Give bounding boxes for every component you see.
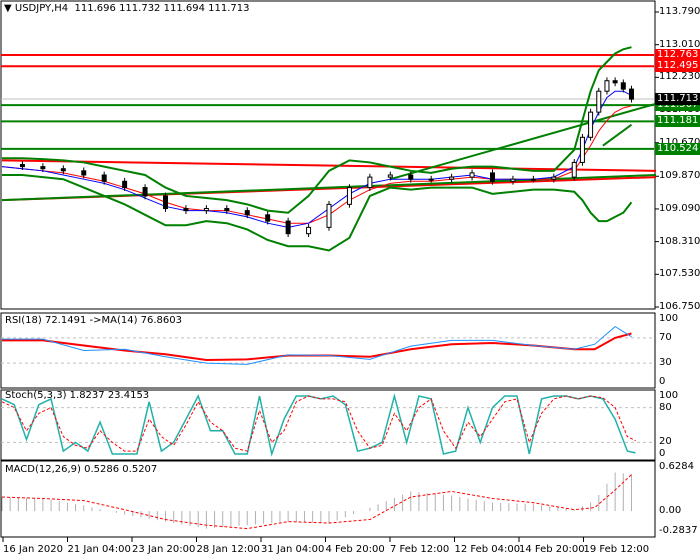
current-price-tag: 111.713: [655, 93, 700, 106]
pane-tick-label: 30: [659, 357, 672, 369]
candle: [60, 168, 66, 172]
candle: [408, 174, 414, 180]
candle: [596, 90, 602, 113]
pane-tick-label: 20: [659, 436, 672, 448]
candle: [490, 172, 495, 182]
candle: [571, 161, 577, 178]
candle: [612, 80, 618, 84]
time-tick-label: 4 Feb 20:00: [325, 544, 385, 555]
time-tick-label: 21 Jan 04:00: [67, 544, 131, 555]
macd-signal-line: [1, 474, 632, 530]
candle: [387, 174, 393, 178]
time-tick-label: 23 Jan 20:00: [132, 544, 196, 555]
time-tick-label: 12 Feb 04:00: [454, 544, 521, 555]
price-tick-label: 112.230: [659, 71, 700, 83]
candle: [285, 220, 291, 235]
trendline: [602, 123, 633, 147]
candle: [19, 164, 25, 168]
price-tick-label: 109.870: [659, 170, 700, 182]
price-tick-label: 106.750: [659, 301, 700, 312]
candle: [101, 174, 107, 182]
pane-tick-label: 70: [659, 331, 672, 343]
candle: [122, 180, 128, 189]
candle: [142, 187, 148, 197]
pane-tick-label: 100: [659, 390, 679, 401]
candle: [530, 178, 536, 181]
time-tick-label: 28 Jan 12:00: [196, 544, 260, 555]
pane-frame-0: [0, 0, 656, 310]
chart-title: ▼ USDJPY,H4 111.696 111.732 111.694 111.…: [4, 3, 250, 14]
candle: [579, 136, 585, 163]
level-tag: 110.524: [655, 142, 700, 155]
candle: [469, 172, 475, 178]
rsi-label: RSI(18) 72.1491 ->MA(14) 76.8603: [5, 315, 182, 326]
candle: [203, 208, 209, 212]
trendline: [1, 174, 657, 202]
candle: [604, 80, 610, 92]
price-tick-label: 113.010: [659, 38, 700, 50]
candle: [620, 82, 626, 90]
pane-tick-label: 100: [659, 313, 679, 324]
candle: [628, 88, 634, 100]
symbol: USDJPY,H4: [14, 3, 69, 14]
chart-window: ▼ USDJPY,H4 111.696 111.732 111.694 111.…: [0, 0, 700, 560]
time-tick-label: 31 Jan 04:00: [261, 544, 325, 555]
ohlc: 111.696 111.732 111.694 111.713: [74, 3, 250, 14]
pane-tick-label: 0.6284: [659, 461, 694, 472]
candle: [163, 195, 168, 210]
chart-canvas[interactable]: [0, 0, 700, 560]
candle: [588, 111, 594, 138]
candle: [306, 226, 312, 235]
candle: [449, 176, 455, 180]
pane-tick-label: 0: [659, 376, 666, 387]
candle: [367, 176, 373, 189]
ma-fast: [1, 90, 632, 228]
rsi-line: [2, 325, 632, 365]
level-tag: 112.763: [655, 49, 700, 62]
price-tick-label: 109.090: [659, 202, 700, 214]
candle: [551, 176, 557, 180]
price-tick-label: 108.310: [659, 235, 700, 247]
level-tag: 112.495: [655, 60, 700, 73]
level-tag: 111.181: [655, 115, 700, 128]
candle: [244, 210, 250, 216]
time-tick-label: 19 Feb 12:00: [583, 544, 650, 555]
stoch-main-line: [1, 393, 636, 457]
time-tick-label: 7 Feb 12:00: [390, 544, 450, 555]
candle: [346, 187, 352, 205]
price-tick-label: 107.530: [659, 268, 700, 280]
time-tick-label: 14 Feb 20:00: [519, 544, 585, 555]
pane-tick-label: -0.2837: [659, 525, 698, 536]
pane-tick-label: 0: [659, 448, 666, 459]
candle: [224, 208, 230, 212]
time-tick-label: 16 Jan 2020: [3, 544, 63, 555]
candle: [326, 203, 332, 228]
candle: [40, 166, 46, 170]
stoch-label: Stoch(5,3,3) 1.8237 23.4153: [5, 390, 150, 401]
candle: [265, 214, 271, 222]
macd-label: MACD(12,26,9) 0.5286 0.5207: [5, 464, 158, 475]
candle: [183, 208, 189, 212]
pane-tick-label: 80: [659, 401, 672, 413]
price-tick-label: 113.790: [659, 6, 700, 17]
pane-tick-label: 0.00: [659, 505, 682, 517]
candle: [428, 178, 434, 181]
candle: [510, 178, 516, 182]
candle: [81, 170, 87, 176]
